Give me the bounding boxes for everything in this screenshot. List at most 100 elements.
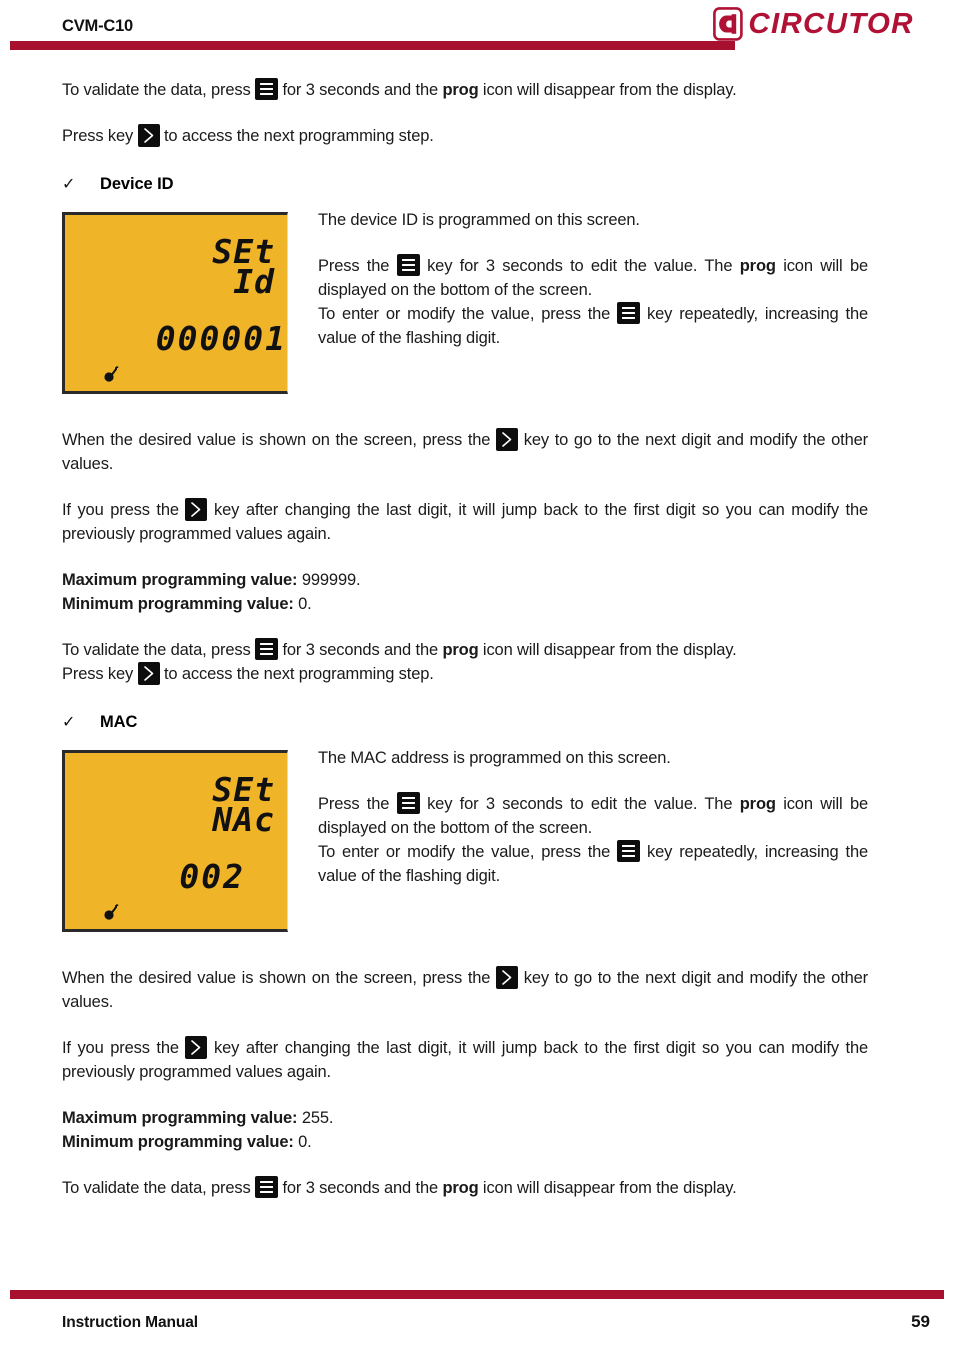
side-edit-prog-bold: prog: [739, 257, 776, 275]
max-value-label: Maximum programming value:: [62, 571, 298, 589]
nextstep-paragraph-device-id: Press key to access the next programming…: [62, 662, 868, 686]
nextstep-text-1: Press key: [62, 665, 138, 683]
side-intro-mac: The MAC address is programmed on this sc…: [318, 749, 671, 767]
menu-key-icon: [255, 638, 279, 660]
side-edit-text-2: key for 3 seconds to edit the value. The: [419, 257, 740, 275]
header-rule: [10, 41, 735, 50]
min-value-label: Minimum programming value:: [62, 1133, 294, 1151]
lcd-line2-device-id: Id: [233, 262, 275, 301]
lcd-value-device-id: 000001: [155, 319, 287, 358]
menu-key-icon: [396, 792, 420, 814]
side-edit-text-1: Press the: [318, 257, 397, 275]
jump-back-paragraph-device-id: If you press the key after changing the …: [62, 498, 868, 546]
side-edit-prog-bold: prog: [739, 795, 776, 813]
side-edit-mac: Press the key for 3 seconds to edit the …: [318, 792, 868, 840]
page-header: CVM-C10 CIRCUTOR: [0, 0, 954, 54]
check-icon: ✓: [62, 714, 76, 731]
intro-nextstep-text-1: Press key: [62, 127, 138, 145]
nextstep-text-2: to access the next programming step.: [159, 665, 434, 683]
key-icon: [103, 366, 121, 382]
intro-nextstep-text-2: to access the next programming step.: [159, 127, 434, 145]
desired-value-paragraph-mac: When the desired value is shown on the s…: [62, 966, 868, 1014]
arrow-right-key-icon: [496, 428, 519, 451]
max-value-line-mac: Maximum programming value: 255.: [62, 1106, 868, 1130]
side-modify-text-1: To enter or modify the value, press the: [318, 843, 618, 861]
validate-text-2: for 3 seconds and the: [278, 1179, 443, 1197]
desired-value-paragraph-device-id: When the desired value is shown on the s…: [62, 428, 868, 476]
validate-text-1: To validate the data, press: [62, 1179, 256, 1197]
page-footer: Instruction Manual 59: [0, 1282, 954, 1350]
validate-prog-bold: prog: [442, 641, 479, 659]
min-value-line-device-id: Minimum programming value: 0.: [62, 592, 868, 616]
bullet-mac: ✓ MAC: [62, 712, 868, 732]
circutor-logo-mark: [712, 7, 743, 41]
lcd-value-mac: 002: [179, 857, 245, 896]
bullet-label-device-id: Device ID: [100, 175, 174, 193]
min-value-label: Minimum programming value:: [62, 595, 294, 613]
bullet-device-id: ✓ Device ID: [62, 174, 868, 194]
max-value-number: 999999.: [297, 571, 361, 589]
validate-text-2: for 3 seconds and the: [278, 641, 443, 659]
menu-key-icon: [617, 840, 641, 862]
intro-validate-text-2: for 3 seconds and the: [278, 81, 443, 99]
validate-text-3: icon will disappear from the display.: [478, 641, 737, 659]
circutor-logo-text: CIRCUTOR: [748, 7, 914, 40]
lcd-section-mac: SEt NAc 002 The MAC address is programme…: [62, 749, 868, 936]
lcd-section-device-id: SEt Id 000001 The device ID is programme…: [62, 211, 868, 398]
footer-page-number: 59: [911, 1312, 930, 1331]
lcd-side-text-device-id: The device ID is programmed on this scre…: [318, 208, 868, 350]
side-edit-text-2: key for 3 seconds to edit the value. The: [419, 795, 740, 813]
side-modify-mac: To enter or modify the value, press the …: [318, 840, 868, 888]
key-icon: [103, 904, 121, 920]
lcd-display-device-id: SEt Id 000001: [62, 212, 288, 394]
arrow-right-key-icon: [496, 966, 519, 989]
max-value-label: Maximum programming value:: [62, 1109, 298, 1127]
lcd-display-mac: SEt NAc 002: [62, 750, 288, 932]
min-value-number: 0.: [293, 1133, 312, 1151]
validate-text-3: icon will disappear from the display.: [478, 1179, 737, 1197]
side-modify-text-1: To enter or modify the value, press the: [318, 305, 618, 323]
jump-text-1: If you press the: [62, 501, 186, 519]
validate-paragraph-device-id: To validate the data, press for 3 second…: [62, 638, 868, 662]
menu-key-icon: [396, 254, 420, 276]
lcd-line2-mac: NAc: [212, 800, 275, 839]
validate-paragraph-mac: To validate the data, press for 3 second…: [62, 1176, 868, 1200]
desired-text-1: When the desired value is shown on the s…: [62, 431, 497, 449]
bullet-label-mac: MAC: [100, 713, 138, 731]
max-value-line-device-id: Maximum programming value: 999999.: [62, 568, 868, 592]
arrow-right-key-icon: [137, 124, 160, 147]
circutor-logo: CIRCUTOR: [712, 6, 914, 42]
page-title: CVM-C10: [62, 17, 134, 35]
lcd-side-text-mac: The MAC address is programmed on this sc…: [318, 746, 868, 888]
menu-key-icon: [255, 78, 279, 100]
footer-document-title: Instruction Manual: [62, 1314, 198, 1331]
intro-validate-text-1: To validate the data, press: [62, 81, 256, 99]
arrow-right-key-icon: [185, 498, 208, 521]
intro-validate-prog-bold: prog: [442, 81, 479, 99]
intro-nextstep-paragraph: Press key to access the next programming…: [62, 124, 868, 148]
menu-key-icon: [617, 302, 641, 324]
desired-text-1: When the desired value is shown on the s…: [62, 969, 497, 987]
arrow-right-key-icon: [137, 662, 160, 685]
arrow-right-key-icon: [185, 1036, 208, 1059]
side-modify-device-id: To enter or modify the value, press the …: [318, 302, 868, 350]
side-intro-device-id: The device ID is programmed on this scre…: [318, 211, 640, 229]
intro-validate-text-3: icon will disappear from the display.: [478, 81, 737, 99]
side-edit-text-1: Press the: [318, 795, 397, 813]
footer-rule: [10, 1290, 944, 1299]
min-value-number: 0.: [293, 595, 312, 613]
validate-text-1: To validate the data, press: [62, 641, 256, 659]
page-content: To validate the data, press for 3 second…: [62, 78, 868, 1200]
min-value-line-mac: Minimum programming value: 0.: [62, 1130, 868, 1154]
jump-back-paragraph-mac: If you press the key after changing the …: [62, 1036, 868, 1084]
